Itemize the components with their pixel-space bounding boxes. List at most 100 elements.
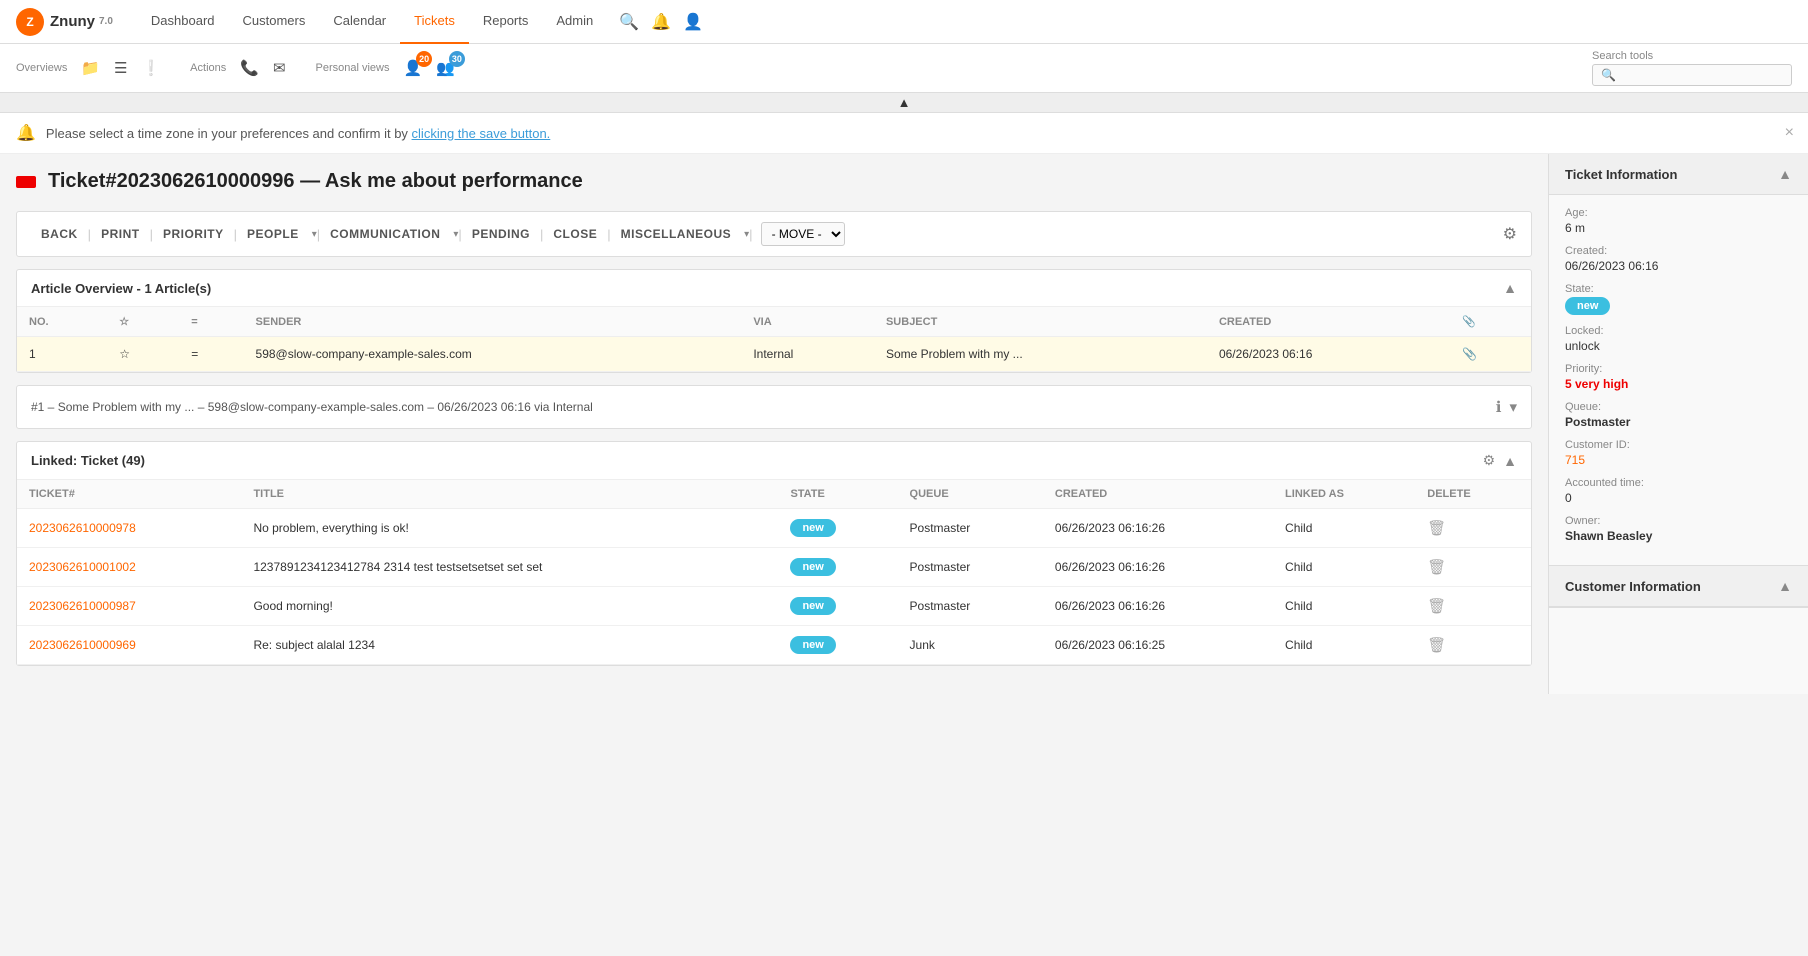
action-miscellaneous-button[interactable]: MISCELLANEOUS bbox=[611, 227, 742, 241]
ticket-info-toggle-icon: ▲ bbox=[1778, 166, 1792, 182]
article-via: Internal bbox=[741, 337, 874, 372]
state-badge: new bbox=[1565, 297, 1610, 315]
linked-ticket-linked-as: Child bbox=[1273, 587, 1415, 626]
linked-ticket-queue: Junk bbox=[898, 626, 1043, 665]
action-bar: BACK | PRINT | PRIORITY | PEOPLE ▾ | COM… bbox=[16, 211, 1532, 257]
delete-icon[interactable]: 🗑 bbox=[1427, 559, 1446, 576]
sidebar-customer-id-row: Customer ID: 715 bbox=[1565, 439, 1792, 467]
linked-ticket-linked-as: Child bbox=[1273, 509, 1415, 548]
linked-ticket-no[interactable]: 2023062610001002 bbox=[17, 548, 241, 587]
action-miscellaneous-dropdown[interactable]: MISCELLANEOUS ▾ bbox=[611, 227, 750, 241]
linked-col-title: TITLE bbox=[241, 480, 778, 509]
created-value: 06/26/2023 06:16 bbox=[1565, 259, 1792, 273]
linked-ticket-no[interactable]: 2023062610000987 bbox=[17, 587, 241, 626]
notification-close-button[interactable]: × bbox=[1785, 124, 1794, 142]
linked-ticket-title: Re: subject alalal 1234 bbox=[241, 626, 778, 665]
sidebar-age-row: Age: 6 m bbox=[1565, 207, 1792, 235]
linked-ticket-created: 06/26/2023 06:16:25 bbox=[1043, 626, 1273, 665]
nav-right-icons: 🔍 🔔 👤 bbox=[619, 12, 703, 32]
user-menu-button[interactable]: 👤 bbox=[683, 12, 703, 32]
sidebar-state-row: State: new bbox=[1565, 283, 1792, 315]
overview-alert-button[interactable]: ❕ bbox=[135, 55, 166, 81]
customer-info-header[interactable]: Customer Information ▲ bbox=[1549, 566, 1808, 607]
linked-settings-button[interactable]: ⚙ bbox=[1483, 452, 1496, 469]
global-search-button[interactable]: 🔍 bbox=[619, 12, 639, 32]
article-detail-text: #1 – Some Problem with my ... – 598@slow… bbox=[31, 400, 593, 414]
overview-folder-button[interactable]: 📁 bbox=[75, 55, 106, 81]
action-print-button[interactable]: PRINT bbox=[91, 227, 150, 241]
article-overview-collapse-button[interactable]: ▲ bbox=[1503, 280, 1517, 296]
col-created: CREATED bbox=[1207, 307, 1450, 337]
article-expand-button[interactable]: ▾ bbox=[1509, 398, 1517, 416]
nav-reports[interactable]: Reports bbox=[469, 0, 543, 44]
linked-ticket-no[interactable]: 2023062610000969 bbox=[17, 626, 241, 665]
action-communication-dropdown[interactable]: COMMUNICATION ▾ bbox=[320, 227, 458, 241]
notification-bell-icon: 🔔 bbox=[16, 123, 36, 143]
nav-calendar[interactable]: Calendar bbox=[319, 0, 400, 44]
notification-bar: 🔔 Please select a time zone in your pref… bbox=[0, 113, 1808, 154]
move-select[interactable]: - MOVE - bbox=[761, 222, 845, 246]
nav-admin[interactable]: Admin bbox=[542, 0, 607, 44]
nav-dashboard[interactable]: Dashboard bbox=[137, 0, 229, 44]
action-back-button[interactable]: BACK bbox=[31, 227, 88, 241]
queue-label: Queue: bbox=[1565, 401, 1792, 413]
personal-view-1-container: 👤 20 bbox=[398, 55, 429, 81]
collapse-bar[interactable]: ▲ bbox=[0, 93, 1808, 113]
delete-icon[interactable]: 🗑 bbox=[1427, 520, 1446, 537]
action-email-button[interactable]: ✉ bbox=[267, 55, 292, 81]
linked-ticket-queue: Postmaster bbox=[898, 587, 1043, 626]
action-phone-button[interactable]: 📞 bbox=[234, 55, 265, 81]
sidebar-created-row: Created: 06/26/2023 06:16 bbox=[1565, 245, 1792, 273]
accounted-time-label: Accounted time: bbox=[1565, 477, 1792, 489]
action-priority-button[interactable]: PRIORITY bbox=[153, 227, 234, 241]
linked-ticket-linked-as: Child bbox=[1273, 626, 1415, 665]
notifications-button[interactable]: 🔔 bbox=[651, 12, 671, 32]
ticket-info-header[interactable]: Ticket Information ▲ bbox=[1549, 154, 1808, 195]
content-area: Ticket#2023062610000996 — Ask me about p… bbox=[0, 154, 1548, 694]
linked-ticket-no[interactable]: 2023062610000978 bbox=[17, 509, 241, 548]
article-star[interactable]: ☆ bbox=[107, 337, 179, 372]
action-people-dropdown[interactable]: PEOPLE ▾ bbox=[237, 227, 317, 241]
linked-col-delete: DELETE bbox=[1415, 480, 1531, 509]
overview-list-button[interactable]: ☰ bbox=[108, 55, 133, 81]
article-overview-title: Article Overview - 1 Article(s) bbox=[31, 281, 211, 296]
nav-links: Dashboard Customers Calendar Tickets Rep… bbox=[137, 0, 607, 44]
action-settings-button[interactable]: ⚙ bbox=[1503, 224, 1517, 244]
nav-tickets[interactable]: Tickets bbox=[400, 0, 469, 44]
delete-icon[interactable]: 🗑 bbox=[1427, 598, 1446, 615]
sidebar-locked-row: Locked: unlock bbox=[1565, 325, 1792, 353]
article-attach: 📎 bbox=[1450, 337, 1531, 372]
ticket-flag-icon bbox=[16, 176, 36, 188]
customer-id-label: Customer ID: bbox=[1565, 439, 1792, 451]
action-people-button[interactable]: PEOPLE bbox=[237, 227, 309, 241]
article-overview-panel: Article Overview - 1 Article(s) ▲ NO. ☆ … bbox=[16, 269, 1532, 373]
linked-col-ticket: TICKET# bbox=[17, 480, 241, 509]
linked-ticket-created: 06/26/2023 06:16:26 bbox=[1043, 587, 1273, 626]
linked-tickets-header: Linked: Ticket (49) ⚙ ▲ bbox=[17, 442, 1531, 480]
article-table: NO. ☆ = SENDER VIA SUBJECT CREATED 📎 1 ☆… bbox=[17, 307, 1531, 372]
linked-table: TICKET# TITLE STATE QUEUE CREATED LINKED… bbox=[17, 480, 1531, 665]
nav-customers[interactable]: Customers bbox=[229, 0, 320, 44]
locked-value: unlock bbox=[1565, 339, 1792, 353]
action-close-button[interactable]: CLOSE bbox=[543, 227, 607, 241]
action-communication-button[interactable]: COMMUNICATION bbox=[320, 227, 450, 241]
article-menu[interactable]: = bbox=[179, 337, 243, 372]
ticket-title-row: Ticket#2023062610000996 — Ask me about p… bbox=[16, 170, 1532, 193]
delete-icon[interactable]: 🗑 bbox=[1427, 637, 1446, 654]
article-created: 06/26/2023 06:16 bbox=[1207, 337, 1450, 372]
linked-ticket-delete[interactable]: 🗑 bbox=[1415, 509, 1531, 548]
action-pending-button[interactable]: PENDING bbox=[462, 227, 540, 241]
linked-ticket-delete[interactable]: 🗑 bbox=[1415, 548, 1531, 587]
overviews-label: Overviews bbox=[16, 62, 67, 74]
linked-ticket-created: 06/26/2023 06:16:26 bbox=[1043, 548, 1273, 587]
article-info-button[interactable]: ℹ bbox=[1496, 398, 1502, 416]
state-label: State: bbox=[1565, 283, 1792, 295]
owner-value: Shawn Beasley bbox=[1565, 529, 1792, 543]
app-logo[interactable]: Z Znuny 7.0 bbox=[16, 8, 113, 36]
linked-collapse-button[interactable]: ▲ bbox=[1503, 453, 1517, 469]
customer-id-value[interactable]: 715 bbox=[1565, 453, 1792, 467]
notification-link[interactable]: clicking the save button. bbox=[412, 126, 551, 141]
linked-ticket-delete[interactable]: 🗑 bbox=[1415, 587, 1531, 626]
search-tools-input[interactable] bbox=[1592, 64, 1792, 86]
linked-ticket-delete[interactable]: 🗑 bbox=[1415, 626, 1531, 665]
